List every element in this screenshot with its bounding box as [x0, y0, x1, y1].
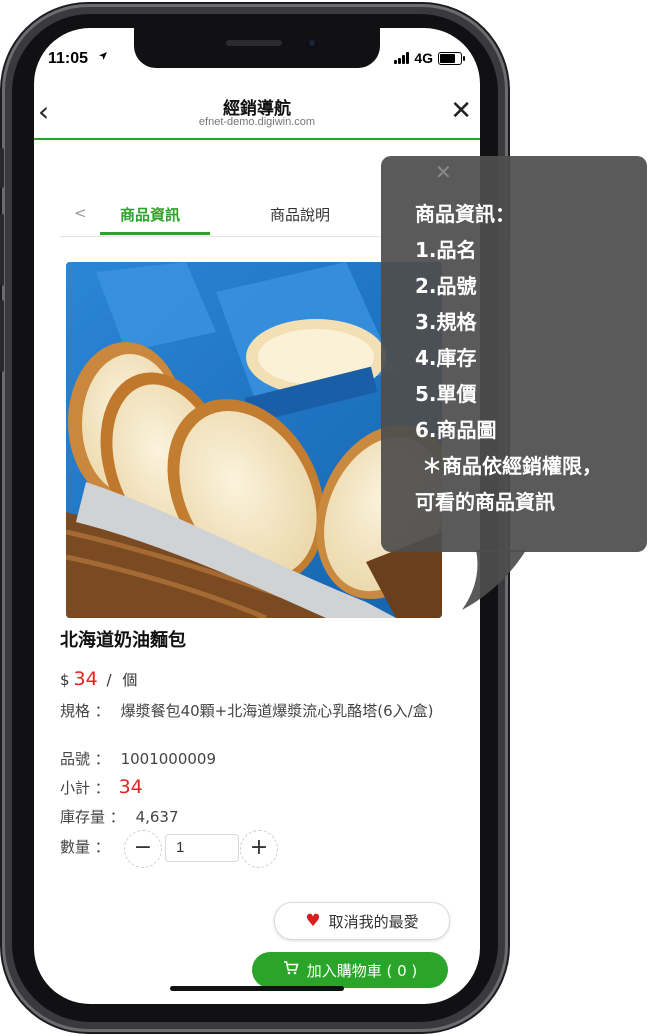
callout-line: 可看的商品資訊	[415, 490, 555, 514]
quantity-input[interactable]: 1	[165, 834, 239, 862]
spec-label: 規格 ：	[60, 702, 110, 720]
spec-value: 爆漿餐包40顆+北海道爆漿流心乳酪塔(6入/盒)	[120, 702, 434, 720]
add-to-cart-button[interactable]: 加入購物車 ( 0 )	[252, 952, 448, 988]
status-indicators: 4G	[394, 50, 465, 66]
stock-row: 庫存量 ： 4,637	[60, 806, 179, 827]
mute-switch	[0, 148, 4, 188]
subtotal-row: 小計 ： 34	[60, 776, 143, 798]
currency-symbol: $	[60, 671, 70, 689]
nav-url: efnet-demo.digiwin.com	[198, 116, 316, 128]
code-row: 品號 ： 1001000009	[60, 748, 216, 769]
volume-down-button	[0, 300, 4, 372]
product-name: 北海道奶油麵包	[60, 630, 186, 651]
front-camera	[306, 37, 318, 49]
callout-line: 3.規格	[415, 310, 477, 334]
cart-icon	[283, 961, 299, 979]
tab-product-description[interactable]: 商品說明	[270, 204, 330, 225]
price-row: $34 / 個	[60, 668, 137, 690]
callout-line: 商品資訊：	[415, 202, 515, 226]
heart-icon: ♥	[305, 911, 321, 931]
remove-favorite-label: 取消我的最愛	[328, 912, 419, 931]
location-arrow-icon	[98, 50, 108, 64]
subtotal-value: 34	[118, 776, 143, 798]
quantity-increase-button[interactable]: +	[240, 830, 278, 868]
quantity-decrease-button[interactable]: −	[124, 830, 162, 868]
callout-line: 4.庫存	[415, 346, 477, 370]
signal-icon	[394, 52, 410, 64]
subtotal-label: 小計 ：	[60, 779, 110, 797]
volume-up-button	[0, 214, 4, 286]
tab-prev-arrow-icon[interactable]: <	[74, 204, 87, 222]
nav-header: ‹ 經銷導航 efnet-demo.digiwin.com ✕	[34, 86, 480, 140]
tab-product-info[interactable]: 商品資訊	[120, 204, 180, 225]
callout-pointer	[462, 550, 526, 610]
speaker-grille	[226, 40, 282, 46]
add-to-cart-label: 加入購物車 ( 0 )	[306, 961, 418, 980]
network-label: 4G	[414, 50, 433, 66]
code-value: 1001000009	[120, 750, 216, 768]
active-tab-indicator	[100, 232, 210, 235]
unit-separator: /	[106, 671, 112, 689]
stock-value: 4,637	[135, 808, 179, 826]
unit-label: 個	[122, 671, 138, 689]
callout-close-icon[interactable]: ✕	[435, 160, 452, 184]
quantity-label: 數量 ：	[60, 838, 110, 856]
callout-line: 2.品號	[415, 274, 477, 298]
code-label: 品號 ：	[60, 750, 110, 768]
home-indicator	[170, 986, 344, 991]
stock-label: 庫存量 ：	[60, 808, 125, 826]
callout-line: ＊商品依經銷權限，	[415, 454, 602, 478]
callout-text: 商品資訊： 1.品名 2.品號 3.規格 4.庫存 5.單價 6.商品圖 ＊商品…	[415, 196, 602, 520]
page: 11:05 4G ‹ 經銷導航 efnet-demo.digiwin.com ✕…	[0, 0, 650, 1036]
status-time: 11:05	[48, 50, 89, 67]
callout-line: 5.單價	[415, 382, 477, 406]
close-icon[interactable]: ✕	[450, 98, 472, 124]
info-callout: ✕ 商品資訊： 1.品名 2.品號 3.規格 4.庫存 5.單價 6.商品圖 ＊…	[381, 156, 647, 552]
spec-row: 規格 ： 爆漿餐包40顆+北海道爆漿流心乳酪塔(6入/盒)	[60, 700, 440, 722]
unit-price: 34	[73, 668, 98, 690]
battery-icon	[438, 51, 465, 65]
callout-line: 1.品名	[415, 238, 477, 262]
callout-line: 6.商品圖	[415, 418, 497, 442]
notch	[134, 28, 380, 68]
remove-favorite-button[interactable]: ♥ 取消我的最愛	[274, 902, 450, 940]
